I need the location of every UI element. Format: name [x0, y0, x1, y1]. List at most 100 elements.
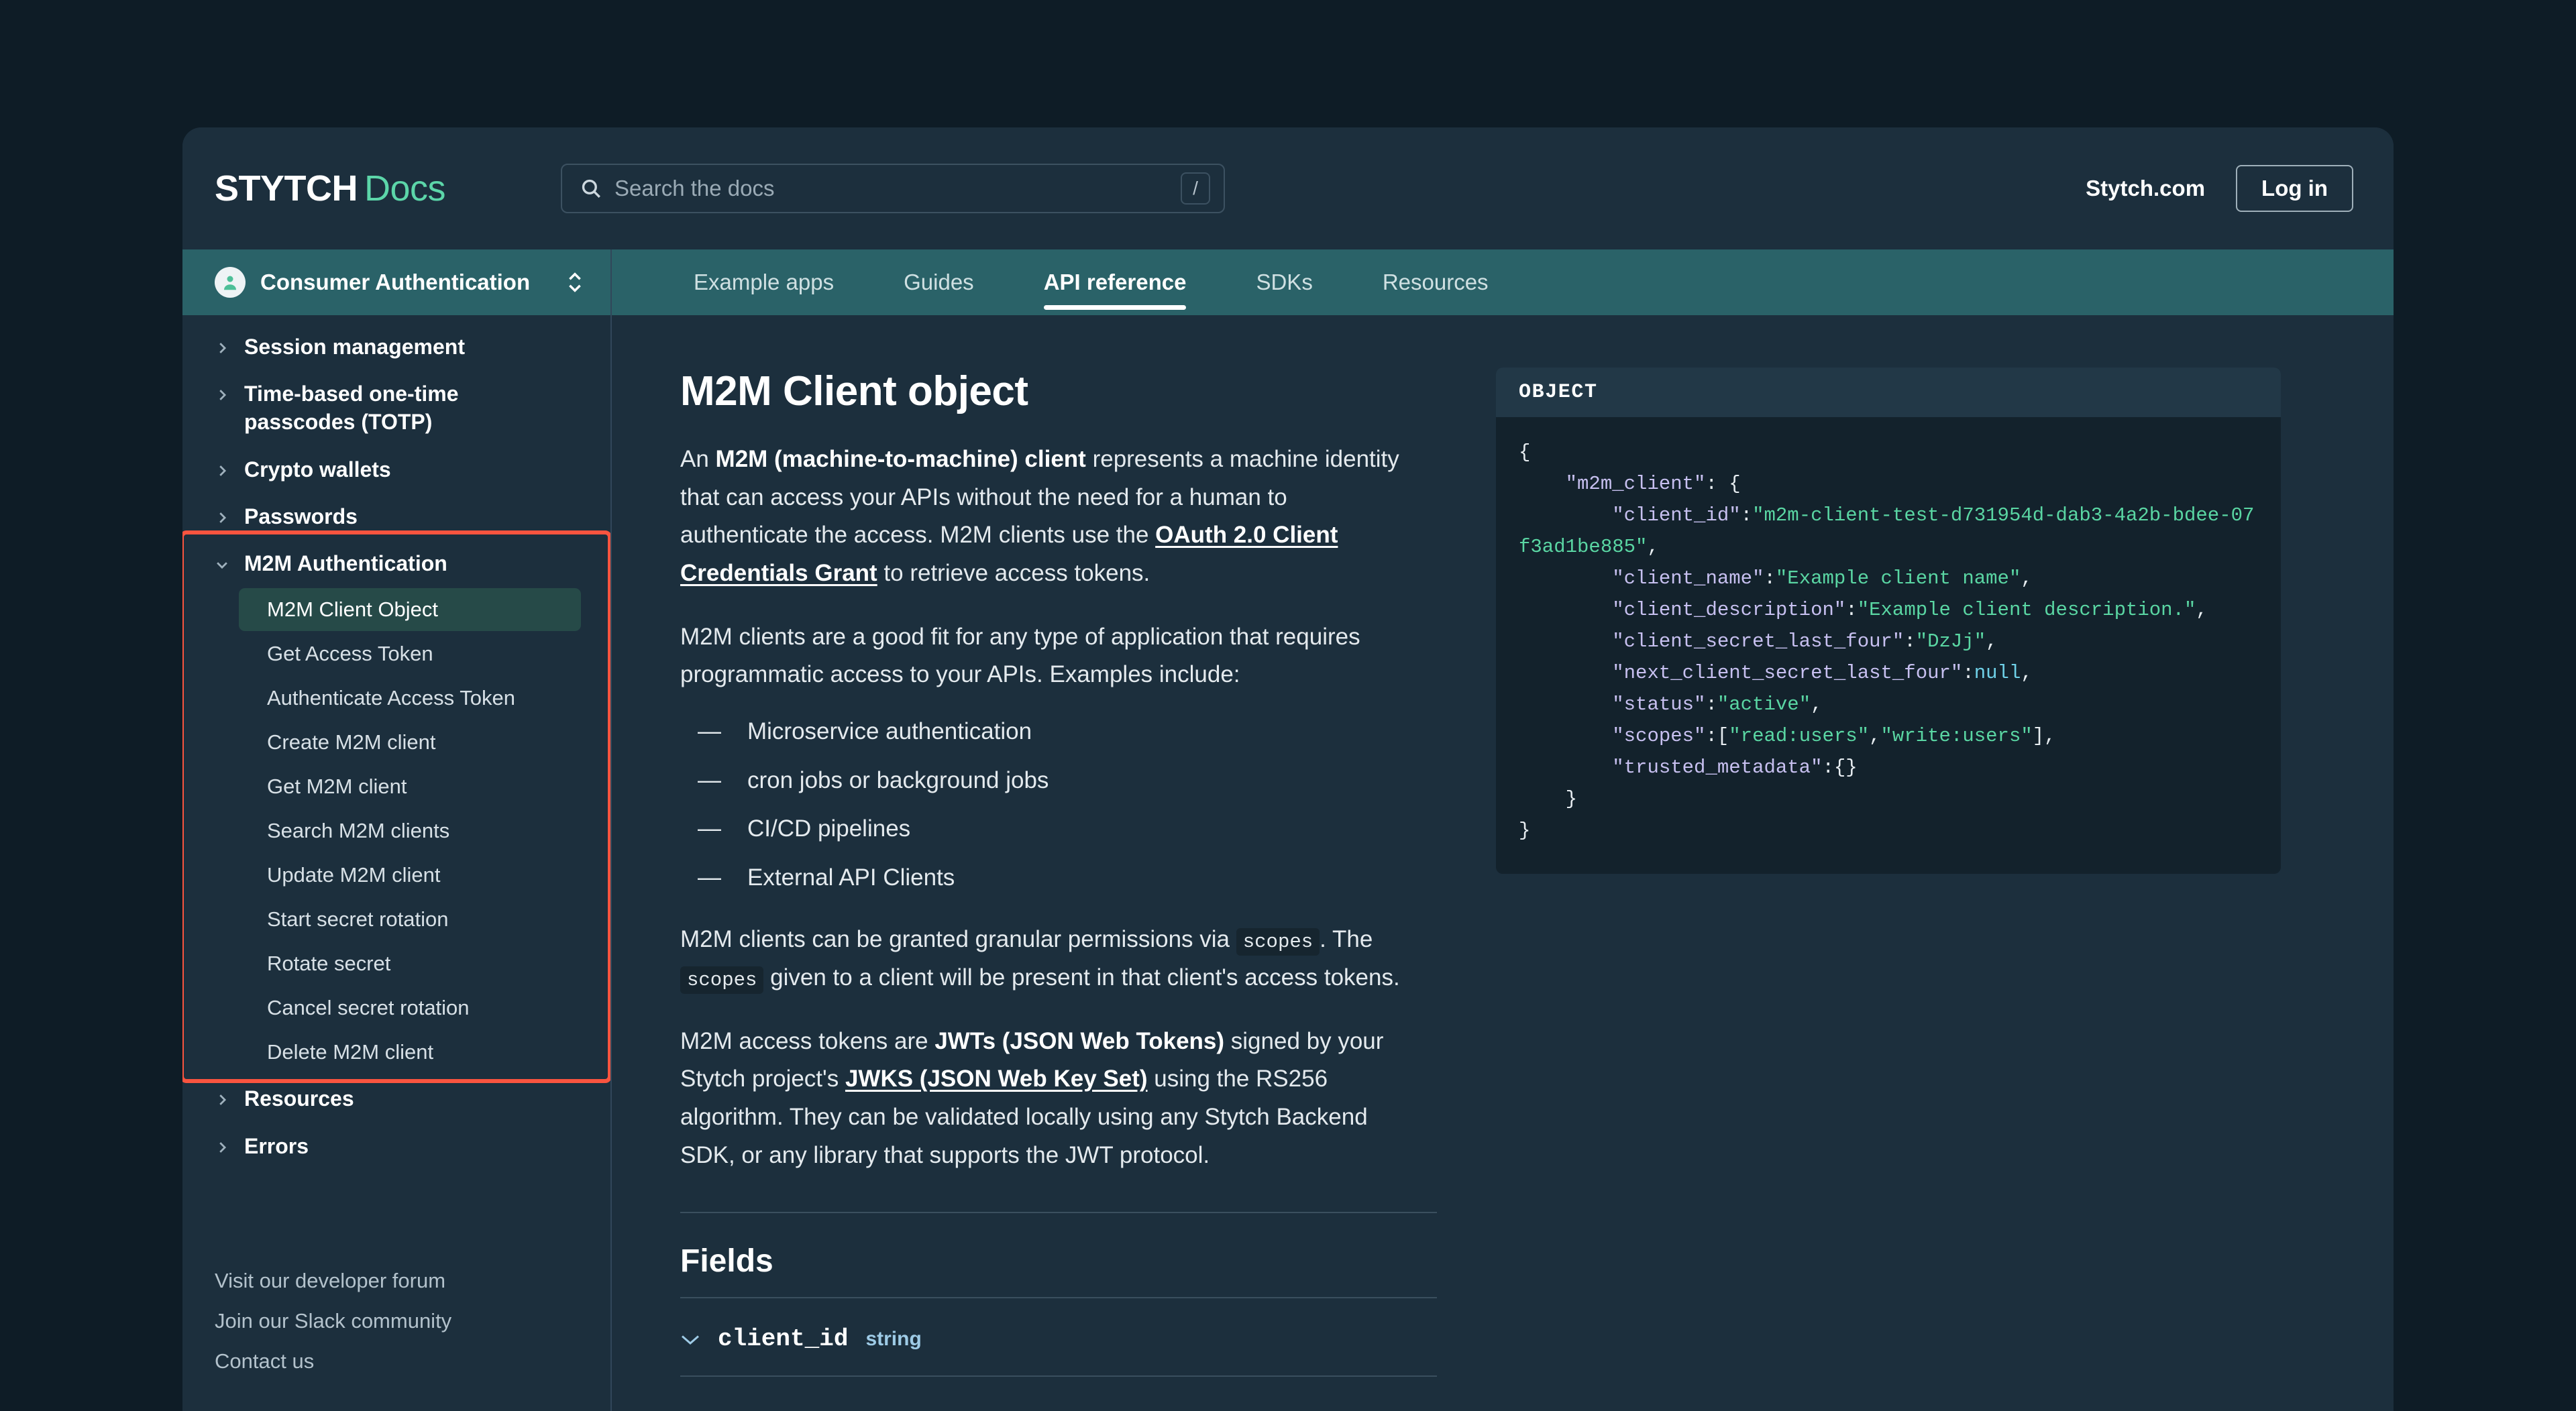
- sidebar-group-crypto-wallets[interactable]: Crypto wallets: [182, 446, 610, 493]
- chevron-down-icon: [217, 562, 227, 569]
- sidebar-nav[interactable]: Session management Time-based one-time pa…: [182, 315, 610, 1261]
- sidebar-item-search-m2m-clients[interactable]: Search M2M clients: [239, 809, 581, 852]
- sidebar-group-label: Passwords: [244, 504, 358, 528]
- list-item: — External API Clients: [680, 860, 1437, 896]
- p4-part1: M2M access tokens are: [680, 1027, 935, 1054]
- login-button[interactable]: Log in: [2236, 165, 2353, 212]
- app-body: Consumer Authentication Session manageme…: [182, 249, 2394, 1411]
- sidebar-item-start-secret-rotation[interactable]: Start secret rotation: [239, 898, 581, 941]
- sidebar-footer-links: Visit our developer forum Join our Slack …: [182, 1261, 610, 1411]
- object-code-panel: OBJECT { "m2m_client": { "client_id":"m2…: [1496, 368, 2281, 874]
- product-selector-label: Consumer Authentication: [260, 270, 531, 294]
- code-panel-header: OBJECT: [1496, 368, 2281, 417]
- search-placeholder: Search the docs: [614, 176, 775, 201]
- sidebar-group-passwords[interactable]: Passwords: [182, 493, 610, 540]
- scopes-code-2: scopes: [680, 966, 764, 994]
- search-input[interactable]: Search the docs /: [561, 164, 1226, 213]
- footer-link-contact-us[interactable]: Contact us: [215, 1341, 578, 1381]
- sidebar-item-authenticate-access-token[interactable]: Authenticate Access Token: [239, 677, 581, 720]
- field-row-client-id[interactable]: client_id string: [680, 1297, 1437, 1377]
- primary-tabs: Example apps Guides API reference SDKs Resou…: [612, 249, 2394, 315]
- sidebar-group-label: Resources: [244, 1086, 354, 1111]
- tab-label: Example apps: [694, 270, 835, 294]
- tab-label: Resources: [1382, 270, 1489, 294]
- list-item: — cron jobs or background jobs: [680, 763, 1437, 799]
- chevron-right-icon: [219, 512, 227, 523]
- list-item-text: CI/CD pipelines: [747, 815, 911, 842]
- site-header: STYTCH Docs Search the docs / Stytch.com…: [182, 127, 2394, 249]
- page-title: M2M Client object: [680, 368, 1028, 414]
- sidebar-item-get-access-token[interactable]: Get Access Token: [239, 632, 581, 675]
- sidebar-item-update-m2m-client[interactable]: Update M2M client: [239, 854, 581, 897]
- group-toggle-icon: [215, 557, 229, 575]
- sidebar-item-delete-m2m-client[interactable]: Delete M2M client: [239, 1031, 581, 1074]
- documentation-column: M2M Client object An M2M (machine-to-mac…: [612, 368, 1437, 1411]
- search-icon: [582, 179, 600, 198]
- examples-list: — Microservice authentication — cron jobs o…: [680, 714, 1437, 895]
- p3-part1: M2M clients can be granted granular perm…: [680, 926, 1236, 953]
- tab-label: Guides: [904, 270, 974, 294]
- jwt-paragraph: M2M access tokens are JWTs (JSON Web Tok…: [680, 1023, 1411, 1175]
- stytch-docs-logo[interactable]: STYTCH Docs: [215, 168, 446, 209]
- list-item-text: External API Clients: [747, 864, 955, 891]
- logo-stytch-text: STYTCH: [215, 168, 358, 209]
- footer-link-visit-our-developer-forum[interactable]: Visit our developer forum: [215, 1261, 578, 1301]
- list-item: — Microservice authentication: [680, 714, 1437, 750]
- chevron-updown-icon: [569, 272, 581, 292]
- group-toggle-icon: [215, 1140, 229, 1158]
- list-item-text: cron jobs or background jobs: [747, 767, 1049, 793]
- list-item: — CI/CD pipelines: [680, 811, 1437, 847]
- sidebar-group-label: M2M Authentication: [244, 551, 447, 576]
- sidebar-group-m2m-authentication[interactable]: M2M Authentication: [182, 540, 610, 587]
- tab-resources[interactable]: Resources: [1352, 249, 1519, 315]
- tab-guides[interactable]: Guides: [873, 249, 1005, 315]
- group-toggle-icon: [215, 388, 229, 406]
- product-selector[interactable]: Consumer Authentication: [182, 249, 610, 315]
- tab-api-reference[interactable]: API reference: [1013, 249, 1218, 315]
- sidebar-item-m2m-client-object[interactable]: M2M Client Object: [239, 588, 581, 632]
- sidebar-item-rotate-secret[interactable]: Rotate secret: [239, 942, 581, 985]
- jwks-link[interactable]: JWKS (JSON Web Key Set): [845, 1066, 1148, 1092]
- chevron-right-icon: [219, 390, 227, 401]
- chevron-right-icon: [219, 343, 227, 353]
- chevron-right-icon: [219, 1141, 227, 1153]
- tab-sdks[interactable]: SDKs: [1225, 249, 1343, 315]
- sidebar-group-session-management[interactable]: Session management: [182, 323, 610, 370]
- tab-example-apps[interactable]: Example apps: [663, 249, 865, 315]
- footer-link-join-our-slack-community[interactable]: Join our Slack community: [215, 1301, 578, 1341]
- list-item-text: Microservice authentication: [747, 718, 1032, 745]
- scopes-paragraph: M2M clients can be granted granular perm…: [680, 921, 1411, 997]
- bullet-marker-icon: —: [698, 767, 721, 793]
- fields-heading: Fields: [680, 1243, 773, 1280]
- content-region: M2M Client object An M2M (machine-to-mac…: [612, 315, 2394, 1411]
- bullet-marker-icon: —: [698, 718, 721, 745]
- main-area: Example apps Guides API reference SDKs Resou…: [612, 249, 2394, 1411]
- field-name: client_id: [718, 1325, 849, 1353]
- sidebar-group-label: Errors: [244, 1133, 309, 1158]
- sidebar-group-errors[interactable]: Errors: [182, 1123, 610, 1170]
- field-type: string: [865, 1327, 922, 1350]
- examples-intro-paragraph: M2M clients are a good fit for any type …: [680, 623, 1360, 688]
- tab-label: API reference: [1043, 270, 1187, 294]
- example-column: OBJECT { "m2m_client": { "client_id":"m2…: [1437, 368, 2394, 1411]
- chevron-right-icon: [219, 465, 227, 476]
- sidebar-group-label: Session management: [244, 335, 465, 359]
- p3-part3: given to a client will be present in tha…: [763, 964, 1400, 991]
- sidebar-item-cancel-secret-rotation[interactable]: Cancel secret rotation: [239, 986, 581, 1029]
- sidebar-group-label: Time-based one-time passcodes (TOTP): [244, 382, 459, 435]
- group-toggle-icon: [215, 341, 229, 359]
- sidebar-item-get-m2m-client[interactable]: Get M2M client: [239, 765, 581, 808]
- code-panel-body[interactable]: { "m2m_client": { "client_id":"m2m-clien…: [1496, 417, 2281, 874]
- sidebar-group-label: Crypto wallets: [244, 457, 391, 482]
- chevron-right-icon: [219, 1094, 227, 1106]
- sidebar-group-resources[interactable]: Resources: [182, 1075, 610, 1122]
- sidebar-group-time-based-one-time-passcodes-totp[interactable]: Time-based one-time passcodes (TOTP): [182, 370, 610, 445]
- stytch-com-link[interactable]: Stytch.com: [2086, 176, 2205, 201]
- sidebar-item-create-m2m-client[interactable]: Create M2M client: [239, 721, 581, 764]
- section-divider: [680, 1212, 1437, 1214]
- sidebar: Consumer Authentication Session manageme…: [182, 249, 612, 1411]
- bullet-marker-icon: —: [698, 815, 721, 842]
- p1-bold: M2M (machine-to-machine) client: [715, 446, 1086, 472]
- group-toggle-icon: [215, 510, 229, 528]
- tab-label: SDKs: [1256, 270, 1313, 294]
